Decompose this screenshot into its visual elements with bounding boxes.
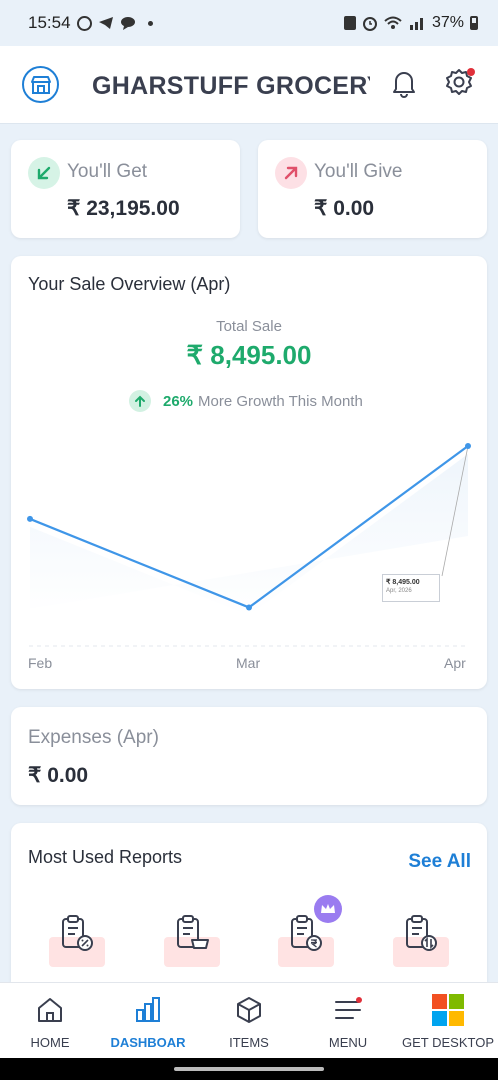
battery-percent: 37% bbox=[431, 14, 464, 31]
youll-give-label: You'll Give bbox=[314, 161, 403, 182]
chart-tooltip: ₹ 8,495.00 Apr, 2026 bbox=[382, 574, 440, 602]
app-header: GHARSTUFF GROCERY bbox=[0, 46, 498, 124]
premium-crown-icon bbox=[314, 895, 342, 923]
nav-get-desktop[interactable]: GET DESKTOP bbox=[398, 983, 498, 1059]
nav-get-desktop-label: GET DESKTOP bbox=[402, 1035, 494, 1050]
gesture-bar-area bbox=[0, 1058, 498, 1080]
settings-notification-dot bbox=[467, 68, 475, 76]
nav-dashboard[interactable]: DASHBOAR bbox=[98, 983, 198, 1059]
x-tick-label: Mar bbox=[236, 655, 261, 671]
nav-home[interactable]: HOME bbox=[0, 983, 100, 1059]
sale-overview-card: Your Sale Overview (Apr) Total Sale ₹ 8,… bbox=[11, 256, 487, 689]
arrow-down-left-icon bbox=[28, 157, 60, 189]
report-shortcut[interactable] bbox=[278, 895, 342, 979]
report-discount-icon bbox=[57, 913, 97, 958]
home-gesture-handle[interactable] bbox=[174, 1067, 324, 1071]
youll-give-card[interactable]: You'll Give ₹ 0.00 bbox=[258, 140, 487, 238]
status-time: 15:54 bbox=[28, 13, 71, 32]
signal-icon bbox=[409, 18, 423, 30]
nav-items[interactable]: ITEMS bbox=[199, 983, 299, 1059]
report-cart-icon bbox=[172, 913, 212, 958]
more-notifications-icon bbox=[147, 20, 153, 26]
bell-icon[interactable] bbox=[391, 68, 417, 103]
see-all-link[interactable]: See All bbox=[408, 851, 471, 873]
lock-icon bbox=[343, 16, 356, 30]
youll-get-card[interactable]: You'll Get ₹ 23,195.00 bbox=[11, 140, 240, 238]
chart-point[interactable] bbox=[246, 604, 252, 611]
battery-icon bbox=[470, 16, 478, 30]
nav-home-label: HOME bbox=[30, 1035, 70, 1050]
report-shortcut[interactable] bbox=[49, 903, 105, 979]
report-shortcut[interactable] bbox=[393, 903, 449, 979]
chat-icon bbox=[120, 17, 135, 30]
report-transfer-icon bbox=[401, 913, 441, 958]
reports-title: Most Used Reports bbox=[28, 847, 183, 867]
youll-get-value: ₹ 23,195.00 bbox=[67, 197, 180, 220]
nav-menu[interactable]: MENU bbox=[298, 983, 398, 1059]
tooltip-date: Apr, 2026 bbox=[386, 588, 412, 594]
x-tick-label: Apr bbox=[444, 655, 466, 671]
dashboard-icon bbox=[98, 995, 198, 1025]
tooltip-value: ₹ 8,495.00 bbox=[386, 579, 420, 586]
youll-give-value: ₹ 0.00 bbox=[314, 197, 375, 220]
x-tick-label: Feb bbox=[28, 655, 53, 671]
report-shortcut[interactable] bbox=[164, 903, 220, 979]
status-bar: 15:54 37% bbox=[0, 0, 498, 46]
nav-menu-label: MENU bbox=[328, 1035, 368, 1050]
alarm-icon bbox=[362, 17, 377, 31]
home-icon bbox=[0, 995, 100, 1025]
bottom-navigation: HOME DASHBOAR ITEMS MENU GET DESKTOP bbox=[0, 982, 498, 1058]
windows-icon bbox=[398, 993, 498, 1027]
store-icon[interactable] bbox=[22, 66, 59, 103]
chart-point[interactable] bbox=[27, 515, 33, 522]
box-icon bbox=[199, 995, 299, 1025]
menu-icon bbox=[298, 995, 398, 1025]
sale-line-chart[interactable] bbox=[11, 256, 487, 689]
nav-dashboard-label: DASHBOAR bbox=[110, 1035, 186, 1050]
business-name[interactable]: GHARSTUFF GROCERY bbox=[92, 72, 370, 101]
nav-items-label: ITEMS bbox=[229, 1035, 269, 1050]
expenses-label: Expenses (Apr) bbox=[28, 727, 159, 748]
expenses-card[interactable]: Expenses (Apr) ₹ 0.00 bbox=[11, 707, 487, 805]
whatsapp-icon bbox=[76, 15, 92, 31]
most-used-reports-card: Most Used Reports See All bbox=[11, 823, 487, 982]
telegram-icon bbox=[98, 17, 113, 29]
menu-notification-dot bbox=[356, 997, 362, 1003]
expenses-value: ₹ 0.00 bbox=[28, 764, 89, 787]
chart-point[interactable] bbox=[465, 443, 471, 449]
youll-get-label: You'll Get bbox=[67, 161, 148, 182]
arrow-up-right-icon bbox=[275, 157, 307, 189]
wifi-icon bbox=[384, 16, 402, 29]
